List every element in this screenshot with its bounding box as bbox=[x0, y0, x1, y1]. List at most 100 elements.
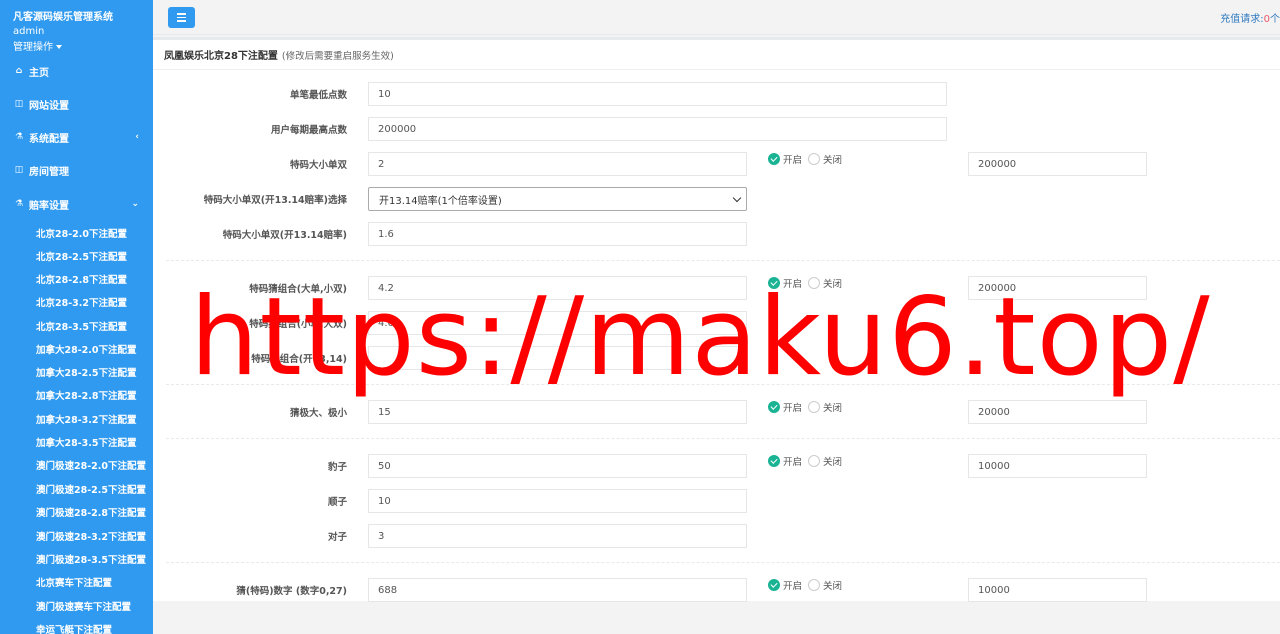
nav-label: 网站设置 bbox=[29, 100, 69, 112]
sidebar-sub-item[interactable]: 加拿大28-2.5下注配置 bbox=[36, 365, 137, 379]
straight-input[interactable]: 10 bbox=[368, 489, 747, 513]
odds-1314-label: 特码大小单双(开13.14赔率) bbox=[222, 230, 347, 241]
section-divider bbox=[166, 562, 1280, 563]
radio-off[interactable] bbox=[808, 455, 821, 467]
panel-title-text: 凤凰娱乐北京28下注配置 bbox=[164, 51, 278, 62]
nav-label: 赔率设置 bbox=[29, 200, 69, 212]
radio-off-label: 关闭 bbox=[823, 457, 843, 468]
sidebar-sub-item[interactable]: 北京28-2.8下注配置 bbox=[36, 272, 127, 286]
panel-title: 凤凰娱乐北京28下注配置 (修改后需要重启服务生效) bbox=[164, 47, 394, 62]
radio-off-label: 关闭 bbox=[823, 581, 843, 592]
nav-site-settings[interactable]: ◫ 网站设置 bbox=[0, 93, 153, 115]
sidebar-sub-item[interactable]: 北京28-2.0下注配置 bbox=[36, 226, 127, 240]
manage-label: 管理操作 bbox=[13, 42, 53, 53]
sidebar-sub-item[interactable]: 澳门极速28-2.5下注配置 bbox=[36, 482, 146, 496]
max-bet-label: 用户每期最高点数 bbox=[270, 125, 347, 136]
home-icon: ⌂ bbox=[15, 66, 23, 76]
sidebar-sub-item[interactable]: 幸运飞艇下注配置 bbox=[36, 622, 112, 634]
extreme-input[interactable]: 15 bbox=[368, 400, 747, 424]
nav-home[interactable]: ⌂ 主页 bbox=[0, 60, 153, 82]
username: admin bbox=[13, 26, 45, 37]
number-label: 猜(特码)数字 (数字0,27) bbox=[236, 586, 347, 597]
max-bet-input[interactable]: 200000 bbox=[368, 117, 947, 141]
panel-hint: (修改后需要重启服务生效) bbox=[281, 51, 394, 62]
radio-on[interactable] bbox=[768, 455, 780, 467]
extreme-toggle: 开启 关闭 bbox=[768, 400, 842, 414]
caret-down-icon bbox=[56, 45, 62, 49]
odds-1314-input[interactable]: 1.6 bbox=[368, 222, 747, 246]
leopard-label: 豹子 bbox=[327, 462, 347, 473]
title-divider bbox=[153, 69, 1280, 70]
hamburger-menu-button[interactable] bbox=[168, 7, 195, 28]
sidebar-sub-item[interactable]: 北京28-2.5下注配置 bbox=[36, 249, 127, 263]
flask-icon: ⚗ bbox=[14, 132, 24, 142]
extreme-label: 猜极大、极小 bbox=[289, 408, 347, 419]
watermark-text: https://maku6.top/ bbox=[190, 275, 1211, 400]
odds-1314-select-value: 开13.14赔率(1个倍率设置) bbox=[379, 195, 502, 207]
sidebar-sub-item[interactable]: 加拿大28-3.5下注配置 bbox=[36, 435, 137, 449]
recharge-request-link[interactable]: 充值请求:0个 bbox=[1220, 10, 1280, 25]
flask-icon: ⚗ bbox=[14, 199, 24, 209]
nav-system-config[interactable]: ⚗ 系统配置 ‹ bbox=[0, 126, 153, 148]
section-divider bbox=[166, 260, 1280, 261]
brand-title: 凡客源码娱乐管理系统 bbox=[13, 12, 113, 23]
leopard-input[interactable]: 50 bbox=[368, 454, 747, 478]
nav-room-management[interactable]: ◫ 房间管理 bbox=[0, 159, 153, 181]
sidebar-sub-item[interactable]: 澳门极速28-3.5下注配置 bbox=[36, 552, 146, 566]
nav-label: 主页 bbox=[29, 67, 49, 79]
sidebar-sub-item[interactable]: 加拿大28-3.2下注配置 bbox=[36, 412, 137, 426]
chevron-down-icon bbox=[732, 193, 742, 203]
min-bet-input[interactable]: 10 bbox=[368, 82, 947, 106]
radio-off[interactable] bbox=[808, 153, 821, 165]
radio-off[interactable] bbox=[808, 579, 821, 591]
radio-on-label: 开启 bbox=[783, 581, 803, 592]
radio-on[interactable] bbox=[768, 153, 780, 165]
pair-input[interactable]: 3 bbox=[368, 524, 747, 548]
chevron-left-icon: ‹ bbox=[135, 132, 139, 142]
radio-on-label: 开启 bbox=[783, 403, 803, 414]
select-1314-label: 特码大小单双(开13.14赔率)选择 bbox=[203, 195, 347, 206]
number-input[interactable]: 688 bbox=[368, 578, 747, 602]
radio-off-label: 关闭 bbox=[823, 403, 843, 414]
nav-label: 系统配置 bbox=[29, 133, 69, 145]
size-odd-even-toggle: 开启 关闭 bbox=[768, 152, 842, 166]
columns-icon: ◫ bbox=[14, 99, 24, 109]
sidebar-sub-item[interactable]: 加拿大28-2.8下注配置 bbox=[36, 388, 137, 402]
radio-on-label: 开启 bbox=[783, 457, 803, 468]
sidebar-sub-item[interactable]: 澳门极速28-2.8下注配置 bbox=[36, 505, 146, 519]
topbar: 充值请求:0个 bbox=[153, 0, 1280, 35]
nav-odds-settings[interactable]: ⚗ 赔率设置 ⌄ bbox=[0, 193, 153, 215]
leopard-limit-input[interactable]: 10000 bbox=[968, 454, 1147, 478]
manage-dropdown[interactable]: 管理操作 bbox=[13, 38, 62, 53]
leopard-toggle: 开启 关闭 bbox=[768, 454, 842, 468]
min-bet-label: 单笔最低点数 bbox=[289, 90, 347, 101]
extreme-limit-input[interactable]: 20000 bbox=[968, 400, 1147, 424]
section-divider bbox=[166, 438, 1280, 439]
size-odd-even-input[interactable]: 2 bbox=[368, 152, 747, 176]
size-odd-even-label: 特码大小单双 bbox=[289, 160, 347, 171]
sidebar-sub-item[interactable]: 北京28-3.5下注配置 bbox=[36, 319, 127, 333]
number-toggle: 开启 关闭 bbox=[768, 578, 842, 592]
straight-label: 顺子 bbox=[327, 497, 347, 508]
columns-icon: ◫ bbox=[14, 165, 24, 175]
odds-1314-select[interactable]: 开13.14赔率(1个倍率设置) bbox=[368, 187, 747, 211]
nav-label: 房间管理 bbox=[29, 166, 69, 178]
radio-off[interactable] bbox=[808, 401, 821, 413]
sidebar-sub-item[interactable]: 澳门极速赛车下注配置 bbox=[36, 599, 131, 613]
sidebar-sub-item[interactable]: 澳门极速28-2.0下注配置 bbox=[36, 458, 146, 472]
radio-on[interactable] bbox=[768, 579, 780, 591]
chevron-down-icon: ⌄ bbox=[131, 199, 139, 209]
sidebar: 凡客源码娱乐管理系统 admin 管理操作 ⌂ 主页 ◫ 网站设置 ⚗ 系统配置 ‹ ◫… bbox=[0, 0, 153, 634]
radio-on-label: 开启 bbox=[783, 155, 803, 166]
sidebar-sub-item[interactable]: 北京赛车下注配置 bbox=[36, 575, 112, 589]
sidebar-sub-item[interactable]: 加拿大28-2.0下注配置 bbox=[36, 342, 137, 356]
radio-on[interactable] bbox=[768, 401, 780, 413]
size-odd-even-limit-input[interactable]: 200000 bbox=[968, 152, 1147, 176]
recharge-unit: 个 bbox=[1270, 14, 1280, 25]
pair-label: 对子 bbox=[327, 532, 347, 543]
sidebar-sub-item[interactable]: 澳门极速28-3.2下注配置 bbox=[36, 529, 146, 543]
radio-off-label: 关闭 bbox=[823, 155, 843, 166]
number-limit-input[interactable]: 10000 bbox=[968, 578, 1147, 602]
recharge-label: 充值请求: bbox=[1220, 14, 1264, 25]
sidebar-sub-item[interactable]: 北京28-3.2下注配置 bbox=[36, 295, 127, 309]
